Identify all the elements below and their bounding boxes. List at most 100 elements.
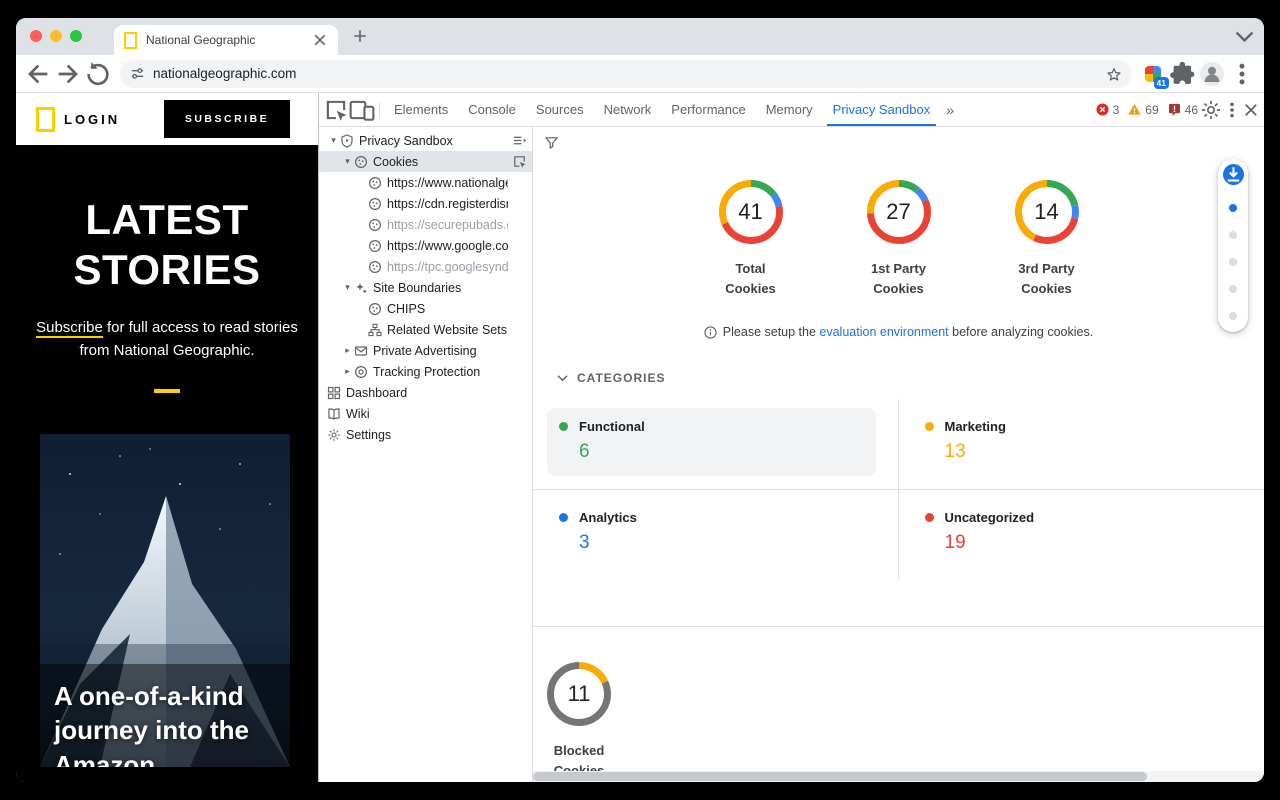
more-tabs-button[interactable]: » <box>940 102 960 118</box>
national-geographic-logo[interactable] <box>36 107 55 132</box>
tree-item-private-advertising[interactable]: ▸Private Advertising <box>319 340 532 361</box>
category-marketing[interactable]: Marketing13 <box>913 408 1243 476</box>
category-cell-uncategorized[interactable]: Uncategorized19 <box>899 490 1265 580</box>
new-tab-button[interactable] <box>352 28 368 44</box>
filter-funnel-icon[interactable] <box>544 135 559 150</box>
devtools-tab-console[interactable]: Console <box>458 93 526 126</box>
tree-item-https-www-google-com[interactable]: https://www.google.com <box>319 235 532 256</box>
category-cell-analytics[interactable]: Analytics3 <box>533 490 899 580</box>
minimize-window-button[interactable] <box>50 30 62 42</box>
errors-badge[interactable]: 3 <box>1096 103 1120 117</box>
browser-tab[interactable]: National Geographic <box>114 25 338 55</box>
tracking-protection-icon <box>354 365 368 379</box>
devtools-tab-elements[interactable]: Elements <box>384 93 458 126</box>
tree-item-wiki[interactable]: Wiki <box>319 403 532 424</box>
category-name: Functional <box>579 419 645 434</box>
devtools-tab-performance[interactable]: Performance <box>661 93 755 126</box>
rail-dot-1[interactable] <box>1229 204 1237 212</box>
tree-item-dashboard[interactable]: Dashboard <box>319 382 532 403</box>
subscribe-link[interactable]: Subscribe <box>36 319 103 338</box>
cookie-donut-charts: 41TotalCookies271st PartyCookies143rd Pa… <box>533 179 1264 299</box>
menu-icon[interactable] <box>512 133 527 148</box>
tree-item-label: https://cdn.registerdisne <box>387 197 508 211</box>
tree-expand-chevron-icon[interactable]: ▾ <box>341 156 354 167</box>
inspect-element-icon[interactable] <box>323 97 349 123</box>
subscribe-button[interactable]: SUBSCRIBE <box>164 100 290 138</box>
tree-item-https-tpc-googlesyndic[interactable]: https://tpc.googlesyndic <box>319 256 532 277</box>
device-toolbar-icon[interactable] <box>349 97 375 123</box>
reload-button[interactable] <box>84 60 112 88</box>
donut-total-cookies-label: TotalCookies <box>705 259 797 299</box>
tab-search-chevron-icon[interactable] <box>1235 27 1254 46</box>
tree-item-tracking-protection[interactable]: ▸Tracking Protection <box>319 361 532 382</box>
maximize-window-button[interactable] <box>70 30 82 42</box>
back-button[interactable] <box>24 60 52 88</box>
hero-story-card[interactable]: A one-of-a-kind journey into the Amazon <box>40 434 290 767</box>
tree-item-settings[interactable]: Settings <box>319 424 532 445</box>
devtools-menu-kebab-icon[interactable] <box>1222 100 1242 120</box>
donut-3rd-party-cookies-value: 14 <box>1014 179 1080 245</box>
privacy-sandbox-extension-button[interactable]: 41 <box>1140 61 1166 87</box>
cookie-icon <box>368 218 382 232</box>
bookmark-star-icon[interactable] <box>1106 66 1122 82</box>
devtools-tab-privacy-sandbox[interactable]: Privacy Sandbox <box>823 93 941 126</box>
tree-item-site-boundaries[interactable]: ▾Site Boundaries <box>319 277 532 298</box>
category-analytics[interactable]: Analytics3 <box>547 499 876 567</box>
horizontal-scrollbar[interactable] <box>533 771 1264 782</box>
rail-dot-5[interactable] <box>1229 312 1237 320</box>
category-dot-functional <box>559 422 568 431</box>
extensions-puzzle-icon[interactable] <box>1168 60 1196 88</box>
site-settings-icon[interactable] <box>130 66 145 81</box>
extension-badge: 41 <box>1154 77 1169 89</box>
headline-line-2: STORIES <box>16 245 318 295</box>
category-dot-analytics <box>559 513 568 522</box>
tree-item-https-securepubads-g[interactable]: https://securepubads.g... <box>319 214 532 235</box>
tree-expand-chevron-icon[interactable]: ▾ <box>327 135 340 146</box>
warnings-badge[interactable]: 69 <box>1128 103 1158 117</box>
address-bar[interactable]: nationalgeographic.com <box>120 60 1132 88</box>
category-cell-functional[interactable]: Functional6 <box>533 399 899 489</box>
inspect-icon[interactable] <box>512 154 527 169</box>
devtools-tab-network[interactable]: Network <box>594 93 662 126</box>
category-uncategorized[interactable]: Uncategorized19 <box>913 499 1243 567</box>
rail-dot-2[interactable] <box>1229 231 1237 239</box>
close-window-button[interactable] <box>30 30 42 42</box>
category-name: Uncategorized <box>945 510 1035 525</box>
browser-menu-button[interactable] <box>1228 60 1256 88</box>
tree-collapse-chevron-icon[interactable]: ▸ <box>341 345 354 356</box>
tree-item-label: https://tpc.googlesyndic <box>387 260 508 274</box>
browser-window: National Geographic nationalgeographic.c… <box>16 18 1264 782</box>
category-count: 3 <box>579 532 864 554</box>
forward-button[interactable] <box>54 60 82 88</box>
devtools-panel: ElementsConsoleSourcesNetworkPerformance… <box>318 93 1264 782</box>
errors-count: 3 <box>1113 103 1120 117</box>
devtools-tab-memory[interactable]: Memory <box>756 93 823 126</box>
evaluation-environment-link[interactable]: evaluation environment <box>819 325 948 339</box>
login-button[interactable]: LOGIN <box>64 112 120 127</box>
profile-button[interactable] <box>1198 60 1226 88</box>
privacy-sandbox-main-panel: 41TotalCookies271st PartyCookies143rd Pa… <box>533 127 1264 782</box>
scrollbar-thumb[interactable] <box>533 772 1147 781</box>
donut-total-cookies-ring: 41 <box>718 179 784 245</box>
category-cell-marketing[interactable]: Marketing13 <box>899 399 1265 489</box>
tree-item-https-cdn-registerdisne[interactable]: https://cdn.registerdisne <box>319 193 532 214</box>
tree-item-cookies[interactable]: ▾ Cookies <box>319 151 532 172</box>
tree-item-chips[interactable]: CHIPS <box>319 298 532 319</box>
tree-item-related-website-sets[interactable]: Related Website Sets <box>319 319 532 340</box>
download-button[interactable] <box>1223 164 1244 185</box>
tree-item-privacy-sandbox[interactable]: ▾Privacy Sandbox <box>319 130 532 151</box>
tree-item-https-www-nationalgeo[interactable]: https://www.nationalgeo <box>319 172 532 193</box>
rail-dot-4[interactable] <box>1229 285 1237 293</box>
tab-close-icon[interactable] <box>312 32 328 48</box>
tree-expand-chevron-icon[interactable]: ▾ <box>341 282 354 293</box>
devtools-tab-sources[interactable]: Sources <box>526 93 594 126</box>
categories-section-header[interactable]: CATEGORIES <box>557 371 1264 385</box>
tree-collapse-chevron-icon[interactable]: ▸ <box>341 366 354 377</box>
hero-caption[interactable]: A one-of-a-kind journey into the Amazon <box>54 679 282 767</box>
devtools-settings-gear-icon[interactable] <box>1200 99 1222 121</box>
issues-badge[interactable]: 46 <box>1168 103 1198 117</box>
devtools-close-icon[interactable] <box>1242 101 1260 119</box>
category-functional[interactable]: Functional6 <box>547 408 876 476</box>
tree-item-label: Cookies <box>373 155 418 169</box>
rail-dot-3[interactable] <box>1229 258 1237 266</box>
